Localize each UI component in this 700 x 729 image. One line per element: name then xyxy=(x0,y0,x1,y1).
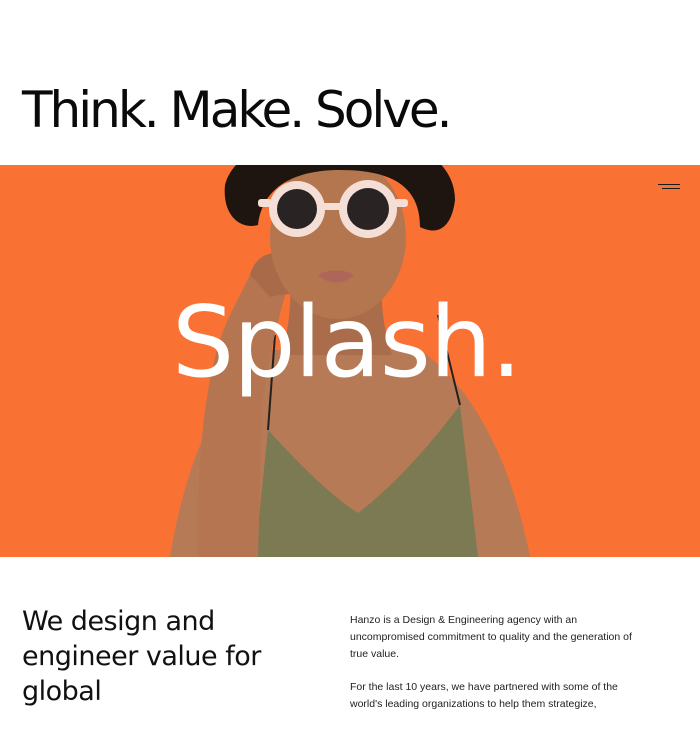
menu-icon-line xyxy=(662,188,680,189)
page-headline: Think. Make. Solve. xyxy=(22,81,453,139)
intro-paragraph: For the last 10 years, we have partnered… xyxy=(350,681,618,710)
intro-text: Hanzo is a Design & Engineering agency w… xyxy=(350,612,640,729)
menu-icon[interactable] xyxy=(658,182,680,191)
intro-heading: We design and engineer value for global xyxy=(22,606,261,707)
menu-icon-line xyxy=(658,184,680,185)
hero-splash-text: Splash. xyxy=(172,286,522,400)
hero-banner: Splash. xyxy=(0,165,700,557)
intro-paragraph: Hanzo is a Design & Engineering agency w… xyxy=(350,614,632,660)
